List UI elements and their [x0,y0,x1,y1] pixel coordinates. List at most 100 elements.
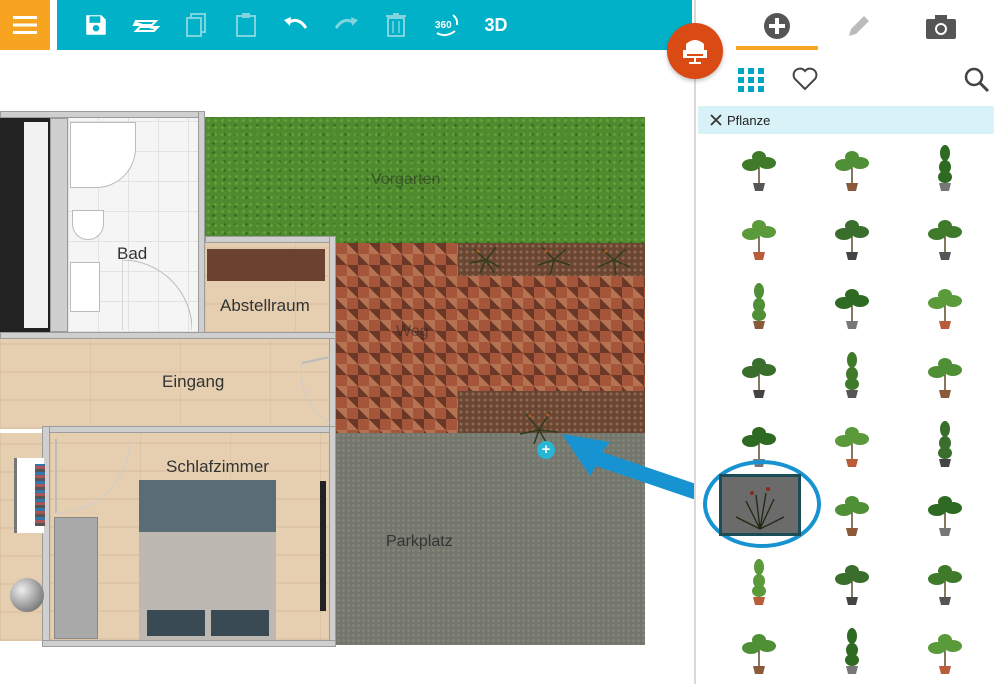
plant-icon [928,220,962,260]
paste-button[interactable] [221,0,271,50]
sink [70,262,100,312]
plant-catalog-item[interactable] [714,199,804,269]
favorites-button[interactable] [792,67,818,96]
plant-icon [752,559,766,605]
plant-icon [835,565,869,605]
entrance-door-swing [300,356,331,424]
plant-icon [845,628,859,674]
grid-view-button[interactable] [738,68,764,97]
filter-label: Pflanze [727,112,771,128]
undo-button[interactable] [271,0,321,50]
plant-icon [928,289,962,329]
plant-icon [835,496,869,536]
bookshelf [14,458,45,533]
plant-catalog-item[interactable] [807,134,897,200]
bed [139,480,276,640]
plant-catalog-item[interactable] [807,475,897,545]
plant-icon [928,496,962,536]
search-icon [964,67,990,93]
area-label-parkplatz: Parkplatz [386,533,453,550]
plant-icon [938,421,952,467]
redo-icon [334,17,358,29]
search-button[interactable] [964,67,990,98]
wardrobe [54,517,98,639]
panel-tab-bar [696,0,994,52]
menu-button[interactable] [0,0,50,50]
bedroom-window [320,481,326,611]
plant-catalog-item[interactable] [714,134,804,200]
area-label-vorgarten: Vorgarten [371,171,441,188]
plant-catalog-item[interactable] [900,475,990,545]
layers-button[interactable] [121,0,171,50]
plant-catalog-item[interactable] [900,199,990,269]
plant-catalog-grid [714,134,994,684]
plant-catalog-item[interactable] [807,268,897,338]
view-360-button[interactable]: 360 [421,0,471,50]
room-label-abstellraum: Abstellraum [220,296,310,315]
plant-catalog-item[interactable] [900,544,990,614]
plant-catalog-item[interactable] [714,268,804,338]
plant-catalog-item[interactable] [900,613,990,683]
plant-icon [928,565,962,605]
bad-door-swing [122,260,192,330]
tab-add[interactable] [736,0,818,52]
plant-icon [835,289,869,329]
wall [198,111,205,339]
hamburger-menu-icon [13,16,37,34]
view-3d-button[interactable]: 3D [471,0,521,50]
save-icon [86,15,106,35]
plant-catalog-item[interactable] [807,199,897,269]
room-label-eingang: Eingang [162,372,225,391]
armchair-icon [683,40,707,64]
undo-icon [284,17,308,29]
plant-catalog-item[interactable] [807,337,897,407]
delete-button[interactable] [371,0,421,50]
plant-icon [938,145,952,191]
close-icon[interactable] [708,112,724,128]
area-label-weg: Weg [396,323,429,340]
wall [50,118,68,332]
plant-icon [735,487,785,530]
save-button[interactable] [71,0,121,50]
paste-icon [236,13,256,37]
catalog-subbar [696,55,994,105]
tab-edit[interactable] [818,0,900,52]
wall [0,332,336,339]
copy-button[interactable] [171,0,221,50]
plant-catalog-item[interactable] [807,613,897,683]
furniture-catalog-button[interactable] [667,23,723,79]
plant-catalog-item[interactable] [900,406,990,476]
plant-catalog-item[interactable] [714,337,804,407]
plant-catalog-item[interactable] [900,134,990,200]
360-view-icon: 360 [435,14,459,37]
heart-icon [792,67,818,91]
kitchen-block [0,118,50,332]
copy-icon [186,13,206,37]
plant-catalog-item[interactable] [900,268,990,338]
placed-grass-plant-new[interactable] [516,406,562,446]
grid-icon [738,68,764,92]
camera-icon [926,15,956,39]
plant-icon [928,634,962,674]
plant-catalog-item[interactable] [714,544,804,614]
add-marker-icon[interactable]: + [537,441,555,459]
svg-text:360: 360 [435,20,452,31]
drag-arrow-icon [562,434,702,500]
plant-icon [845,352,859,398]
pencil-icon [849,16,869,36]
plant-catalog-item[interactable] [807,406,897,476]
redo-button[interactable] [321,0,371,50]
plant-catalog-item[interactable] [900,337,990,407]
placed-grass-plants[interactable] [466,243,636,277]
plan-canvas[interactable]: Bad Abstellraum Eingang Schlafzimmer Vor… [0,50,692,684]
wall [0,111,205,118]
bedroom-door-swing [55,438,131,514]
trash-icon [386,13,406,37]
tab-camera[interactable] [900,0,982,52]
layers-icon [132,20,160,32]
plant-icon [835,427,869,467]
selected-plant-thumbnail[interactable] [719,474,801,536]
plant-icon [742,358,776,398]
plant-catalog-item[interactable] [807,544,897,614]
plant-catalog-item[interactable] [714,613,804,683]
